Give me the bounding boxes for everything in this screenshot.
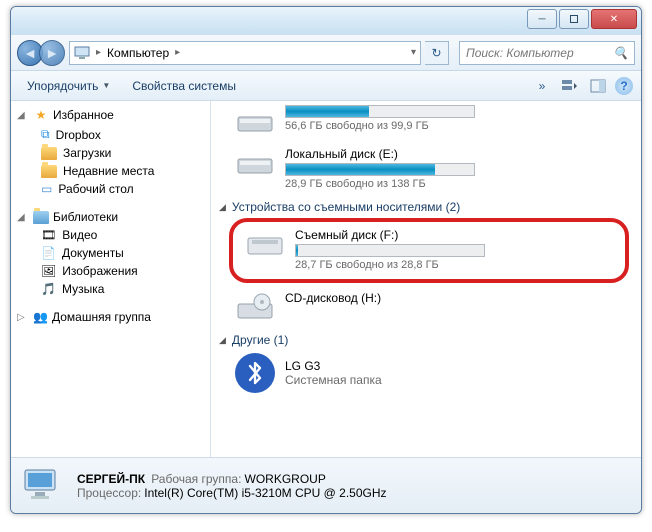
tree-homegroup[interactable]: ▷ 👥 Домашняя группа	[11, 308, 210, 326]
toolbar: Упорядочить▼ Свойства системы » ?	[11, 71, 641, 101]
drive-item-e[interactable]: Локальный диск (E:) 28,9 ГБ свободно из …	[215, 143, 633, 196]
section-removable[interactable]: ◢ Устройства со съемными носителями (2)	[215, 196, 633, 216]
collapse-icon: ◢	[219, 335, 226, 346]
drive-item[interactable]: 56,6 ГБ свободно из 99,9 ГБ	[215, 105, 633, 143]
bluetooth-icon	[235, 353, 275, 393]
star-icon: ★	[33, 107, 49, 123]
expand-icon: ▷	[17, 312, 29, 323]
titlebar[interactable]: ─ ✕	[11, 7, 641, 35]
dropbox-icon: ⧉	[41, 127, 50, 142]
nav-row: ◄ ► ▸ Компьютер ▸ ▾ ↻ Поиск: Компьютер 🔍	[11, 35, 641, 71]
tree-item-dropbox[interactable]: ⧉Dropbox	[11, 125, 210, 144]
main-list: 56,6 ГБ свободно из 99,9 ГБ Локальный ди…	[211, 101, 641, 457]
tree-item-desktop[interactable]: ▭Рабочий стол	[11, 180, 210, 198]
forward-button[interactable]: ►	[39, 40, 65, 66]
nav-tree: ◢ ★ Избранное ⧉Dropbox Загрузки Недавние…	[11, 101, 211, 457]
folder-icon	[41, 147, 57, 160]
drive-name: Локальный диск (E:)	[285, 147, 633, 161]
computer-icon	[21, 466, 65, 506]
explorer-window: ─ ✕ ◄ ► ▸ Компьютер ▸ ▾ ↻ Поиск: Компьют…	[10, 6, 642, 514]
more-toolbar-chevron[interactable]: »	[531, 75, 553, 97]
chevron-down-icon[interactable]: ▾	[411, 47, 416, 58]
chevron-right-icon: ▸	[96, 47, 101, 58]
maximize-button[interactable]	[559, 9, 589, 29]
homegroup-icon: 👥	[33, 310, 48, 324]
details-pane: СЕРГЕЙ-ПК Рабочая группа: WORKGROUP Проц…	[11, 457, 641, 513]
chevron-right-icon: ▸	[175, 47, 180, 58]
help-button[interactable]: ?	[615, 77, 633, 95]
search-icon: 🔍	[613, 46, 628, 60]
drive-name: Съемный диск (F:)	[295, 228, 619, 242]
tree-item-documents[interactable]: 📄Документы	[11, 244, 210, 262]
workgroup-value: WORKGROUP	[245, 472, 326, 486]
other-item-lg-g3[interactable]: LG G3 Системная папка	[215, 349, 633, 399]
preview-pane-button[interactable]	[587, 75, 609, 97]
drive-item-h[interactable]: CD-дисковод (H:)	[215, 287, 633, 329]
address-bar[interactable]: ▸ Компьютер ▸ ▾	[69, 41, 421, 65]
tree-libraries[interactable]: ◢ Библиотеки	[11, 208, 210, 226]
tree-favorites[interactable]: ◢ ★ Избранное	[11, 105, 210, 125]
cpu-value: Intel(R) Core(TM) i5-3210M CPU @ 2.50GHz	[144, 486, 386, 500]
system-properties-button[interactable]: Свойства системы	[124, 76, 244, 96]
hdd-icon	[235, 147, 275, 179]
drive-name: CD-дисковод (H:)	[285, 291, 633, 305]
minimize-button[interactable]: ─	[527, 9, 557, 29]
music-icon: 🎵	[41, 282, 56, 296]
other-sub: Системная папка	[285, 373, 382, 387]
drive-free-text: 56,6 ГБ свободно из 99,9 ГБ	[285, 120, 633, 132]
tree-item-videos[interactable]: 🎞Видео	[11, 226, 210, 244]
close-button[interactable]: ✕	[591, 9, 637, 29]
cpu-label: Процессор:	[77, 486, 141, 500]
tree-item-music[interactable]: 🎵Музыка	[11, 280, 210, 298]
desktop-icon: ▭	[41, 182, 52, 196]
tree-item-recent[interactable]: Недавние места	[11, 162, 210, 180]
view-options-button[interactable]	[559, 75, 581, 97]
section-other[interactable]: ◢ Другие (1)	[215, 329, 633, 349]
tree-item-downloads[interactable]: Загрузки	[11, 144, 210, 162]
organize-menu[interactable]: Упорядочить▼	[19, 76, 118, 96]
video-icon: 🎞	[41, 228, 56, 242]
collapse-icon: ◢	[17, 110, 29, 121]
collapse-icon: ◢	[219, 202, 226, 213]
document-icon: 📄	[41, 246, 56, 260]
drive-item-f[interactable]: Съемный диск (F:) 28,7 ГБ свободно из 28…	[239, 224, 619, 277]
computer-icon	[74, 45, 90, 61]
other-name: LG G3	[285, 359, 382, 373]
drive-free-text: 28,9 ГБ свободно из 138 ГБ	[285, 178, 633, 190]
hdd-icon	[235, 105, 275, 137]
search-input[interactable]: Поиск: Компьютер 🔍	[459, 41, 635, 65]
cd-drive-icon	[235, 291, 275, 323]
hostname: СЕРГЕЙ-ПК	[77, 472, 145, 486]
collapse-icon: ◢	[17, 212, 29, 223]
breadcrumb-computer[interactable]: Компьютер	[107, 46, 169, 60]
picture-icon: 🖼	[41, 264, 56, 278]
folder-icon	[33, 211, 49, 224]
removable-drive-icon	[245, 228, 285, 260]
annotation-highlight: Съемный диск (F:) 28,7 ГБ свободно из 28…	[229, 218, 629, 283]
workgroup-label: Рабочая группа:	[151, 472, 241, 486]
folder-icon	[41, 165, 57, 178]
tree-item-pictures[interactable]: 🖼Изображения	[11, 262, 210, 280]
refresh-button[interactable]: ↻	[425, 41, 449, 65]
search-placeholder: Поиск: Компьютер	[466, 46, 574, 60]
drive-free-text: 28,7 ГБ свободно из 28,8 ГБ	[295, 259, 619, 271]
